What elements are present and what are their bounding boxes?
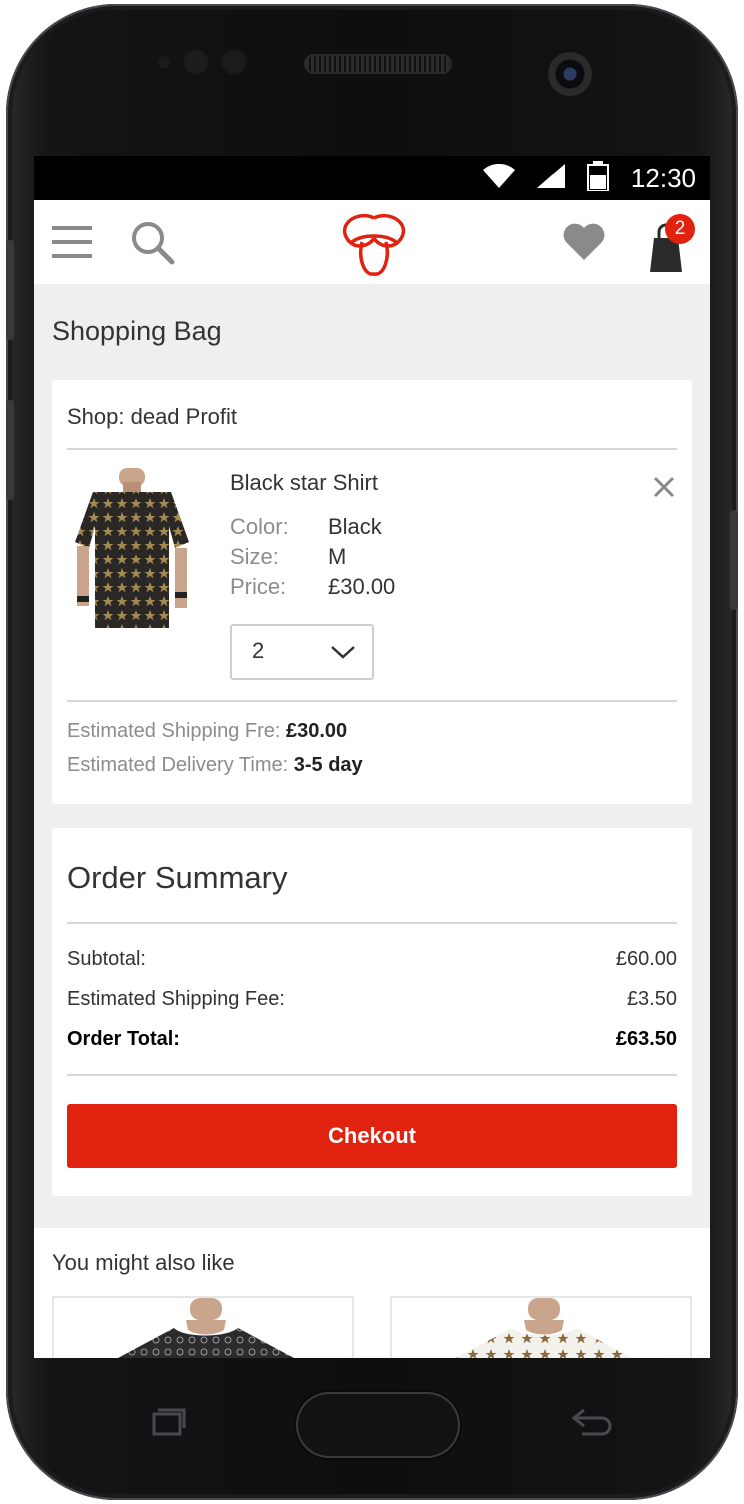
price-label: Price: bbox=[230, 574, 287, 599]
status-bar: 12:30 bbox=[34, 156, 710, 200]
recommended-product[interactable] bbox=[52, 1296, 354, 1358]
chevron-down-icon bbox=[330, 642, 356, 662]
page-title: Shopping Bag bbox=[52, 316, 222, 346]
sensors bbox=[156, 48, 248, 76]
color-label: Color: bbox=[230, 514, 289, 539]
status-time: 12:30 bbox=[630, 162, 696, 193]
shipping-fee-label: Estimated Shipping Fee: bbox=[67, 987, 285, 1010]
quantity-select[interactable]: 2 bbox=[230, 624, 374, 680]
price-attribute: Price: £30.00 bbox=[230, 574, 395, 600]
heart-icon[interactable] bbox=[562, 222, 606, 262]
wifi-icon bbox=[482, 163, 515, 193]
front-camera bbox=[548, 52, 592, 96]
order-total-row: Order Total: £63.50 bbox=[67, 1019, 677, 1059]
volume-down-button bbox=[6, 400, 14, 500]
signal-icon bbox=[536, 163, 565, 193]
product-image[interactable] bbox=[73, 468, 191, 630]
shipping-label: Estimated Shipping Fre: bbox=[67, 720, 281, 742]
delivery-label: Estimated Delivery Time: bbox=[67, 754, 289, 776]
shipping-fee-value: £3.50 bbox=[626, 987, 677, 1010]
subtotal-label: Subtotal: bbox=[67, 947, 146, 970]
earpiece-speaker bbox=[304, 54, 452, 74]
order-total-label: Order Total: bbox=[67, 1027, 180, 1050]
proximity-sensor bbox=[156, 54, 172, 70]
back-icon[interactable] bbox=[562, 1402, 622, 1442]
estimated-shipping: Estimated Shipping Fre: £30.00 bbox=[67, 702, 677, 742]
delivery-value: 3-5 day bbox=[293, 754, 363, 776]
recent-apps-icon[interactable] bbox=[140, 1402, 192, 1442]
trinity-knot-logo[interactable] bbox=[338, 212, 410, 278]
shopping-bag-icon[interactable]: 2 bbox=[644, 214, 698, 274]
recommendations-title: You might also like bbox=[52, 1250, 235, 1275]
volume-up-button bbox=[6, 240, 14, 340]
size-value: M bbox=[328, 544, 347, 569]
size-attribute: Size: M bbox=[230, 544, 346, 570]
subtotal-row: Subtotal: £60.00 bbox=[67, 939, 677, 979]
bag-count-badge: 2 bbox=[665, 214, 695, 244]
bag-item: Black star Shirt Color: Black Size: M Pric… bbox=[67, 450, 677, 702]
app-header: 2 bbox=[34, 200, 710, 284]
sensor-dot bbox=[182, 48, 210, 76]
shipping-value: £30.00 bbox=[286, 720, 348, 742]
order-summary-card: Order Summary Subtotal: £60.00 Estimated… bbox=[52, 828, 692, 1196]
price-value: £30.00 bbox=[328, 574, 396, 599]
home-button[interactable] bbox=[296, 1392, 460, 1458]
sensor-dot bbox=[220, 48, 248, 76]
close-icon[interactable] bbox=[651, 474, 677, 500]
screen: 12:30 2 Shopping Bag Shop: dead Profit B… bbox=[34, 156, 710, 1358]
checkout-button[interactable]: Chekout bbox=[67, 1104, 677, 1168]
hamburger-menu-icon[interactable] bbox=[52, 224, 94, 260]
bag-card: Shop: dead Profit Black star Shirt Color… bbox=[52, 380, 692, 804]
shipping-fee-row: Estimated Shipping Fee: £3.50 bbox=[67, 979, 677, 1019]
shop-name[interactable]: Shop: dead Profit bbox=[67, 380, 677, 450]
subtotal-value: £60.00 bbox=[615, 947, 677, 970]
quantity-value: 2 bbox=[252, 638, 265, 663]
main-content: Shopping Bag Shop: dead Profit Black sta… bbox=[34, 284, 710, 1358]
recommended-product[interactable] bbox=[390, 1296, 692, 1358]
order-total-value: £63.50 bbox=[615, 1027, 677, 1050]
power-button bbox=[730, 510, 738, 610]
product-name[interactable]: Black star Shirt bbox=[230, 470, 378, 496]
order-summary-title: Order Summary bbox=[67, 828, 677, 924]
color-value: Black bbox=[328, 514, 382, 539]
search-icon[interactable] bbox=[130, 220, 176, 266]
battery-icon bbox=[586, 160, 609, 196]
recommendations-section: You might also like bbox=[34, 1228, 710, 1358]
size-label: Size: bbox=[230, 544, 279, 569]
color-attribute: Color: Black bbox=[230, 514, 382, 540]
